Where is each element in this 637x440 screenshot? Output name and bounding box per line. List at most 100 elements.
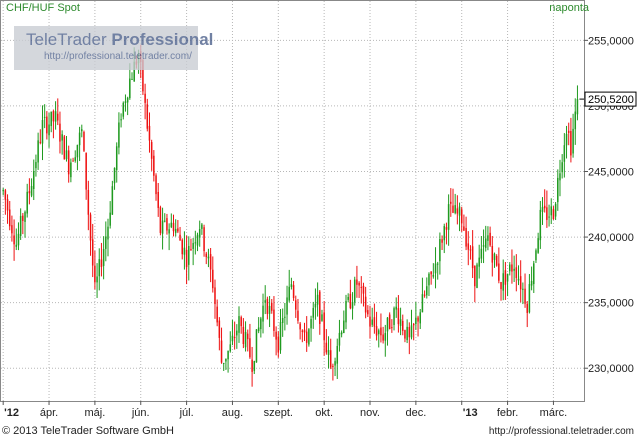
candle-body bbox=[246, 333, 249, 340]
candle-body bbox=[43, 116, 46, 118]
candle-body bbox=[209, 254, 212, 270]
x-tick-label: '12 bbox=[4, 407, 19, 419]
candle-body bbox=[397, 308, 400, 325]
candle-body bbox=[30, 186, 33, 196]
candle-body bbox=[565, 133, 568, 146]
candle-body bbox=[275, 331, 277, 340]
candle-body bbox=[78, 132, 81, 146]
candle-body bbox=[231, 335, 234, 342]
candle-body bbox=[305, 331, 308, 343]
candle-body bbox=[89, 214, 92, 241]
candle-body bbox=[72, 160, 74, 162]
candle-body bbox=[96, 276, 98, 283]
candle-body bbox=[441, 239, 443, 243]
candle-body bbox=[480, 248, 483, 259]
candle-body bbox=[471, 246, 474, 269]
candle-body bbox=[353, 279, 356, 303]
candle-body bbox=[552, 209, 555, 220]
x-tick-label: márc. bbox=[540, 407, 568, 419]
candle-body bbox=[37, 140, 39, 163]
candle-body bbox=[251, 359, 253, 372]
candle-body bbox=[460, 209, 463, 224]
candle-body bbox=[347, 296, 349, 300]
candle-body bbox=[205, 253, 208, 258]
candle-body bbox=[310, 319, 312, 329]
candle-body bbox=[421, 294, 424, 313]
candle-body bbox=[469, 249, 472, 251]
candle-body bbox=[107, 226, 109, 240]
candle-body bbox=[543, 205, 546, 209]
candle-body bbox=[190, 249, 192, 251]
candle-body bbox=[351, 301, 354, 309]
candle-body bbox=[314, 303, 317, 308]
candle-body bbox=[255, 329, 258, 363]
candle-body bbox=[227, 350, 229, 360]
candle-body bbox=[181, 239, 183, 255]
candle-body bbox=[87, 189, 90, 215]
logo-url: http://professional.teletrader.com/ bbox=[44, 51, 192, 62]
candle-body bbox=[506, 273, 509, 282]
candle-body bbox=[312, 307, 315, 318]
candle-body bbox=[443, 226, 446, 241]
candle-body bbox=[105, 236, 107, 249]
candle-body bbox=[391, 327, 393, 329]
candle-body bbox=[166, 218, 168, 231]
x-tick-label: nov. bbox=[360, 407, 380, 419]
candle-body bbox=[212, 269, 214, 289]
candle-body bbox=[8, 209, 11, 227]
candle-body bbox=[109, 212, 111, 226]
candle-body bbox=[458, 206, 461, 216]
candle-body bbox=[157, 191, 159, 208]
candle-body bbox=[286, 297, 288, 315]
candle-body bbox=[46, 116, 48, 134]
candle-body bbox=[19, 215, 22, 236]
candle-body bbox=[28, 191, 31, 194]
candle-body bbox=[6, 199, 9, 211]
candle-body bbox=[85, 152, 87, 190]
y-tick-label: 255,0000 bbox=[588, 35, 634, 47]
candle-body bbox=[94, 265, 96, 283]
candle-body bbox=[120, 119, 122, 121]
candle-body bbox=[519, 276, 522, 290]
candle-body bbox=[345, 300, 347, 323]
candle-body bbox=[67, 150, 70, 175]
candle-body bbox=[537, 238, 539, 253]
candle-body bbox=[91, 239, 94, 266]
candle-body bbox=[2, 189, 4, 192]
candle-body bbox=[218, 320, 221, 338]
y-tick-label: 240,0000 bbox=[588, 232, 634, 244]
candle-body bbox=[524, 288, 526, 304]
candle-body bbox=[513, 268, 515, 271]
candle-body bbox=[349, 293, 352, 309]
candle-body bbox=[170, 222, 173, 228]
candle-body bbox=[303, 329, 306, 333]
candle-body bbox=[327, 350, 330, 355]
candle-body bbox=[225, 358, 227, 362]
candle-body bbox=[290, 284, 293, 287]
candle-body bbox=[338, 332, 341, 346]
candle-body bbox=[222, 362, 225, 364]
candle-body bbox=[26, 191, 28, 214]
candle-body bbox=[74, 157, 77, 161]
candle-body bbox=[179, 234, 181, 241]
candle-body bbox=[155, 175, 157, 195]
candle-body bbox=[233, 337, 236, 339]
candle-body bbox=[216, 306, 218, 323]
candle-body bbox=[203, 227, 205, 252]
candle-body bbox=[54, 111, 57, 122]
candle-body bbox=[172, 222, 175, 232]
candle-body bbox=[522, 288, 524, 290]
candle-body bbox=[548, 216, 550, 218]
candle-body bbox=[288, 286, 290, 301]
x-axis: '12 ápr. máj. jún. júl. aug. szept. okt. nov. dec… bbox=[2, 401, 568, 419]
candle-body bbox=[76, 144, 79, 158]
candle-body bbox=[554, 203, 557, 217]
candle-body bbox=[238, 316, 240, 333]
candle-body bbox=[264, 300, 266, 303]
candle-body bbox=[576, 99, 579, 115]
x-tick-label: '13 bbox=[463, 407, 478, 419]
candle-body bbox=[122, 102, 125, 117]
candle-body bbox=[498, 263, 500, 281]
candle-body bbox=[214, 287, 216, 305]
candle-body bbox=[404, 330, 406, 339]
